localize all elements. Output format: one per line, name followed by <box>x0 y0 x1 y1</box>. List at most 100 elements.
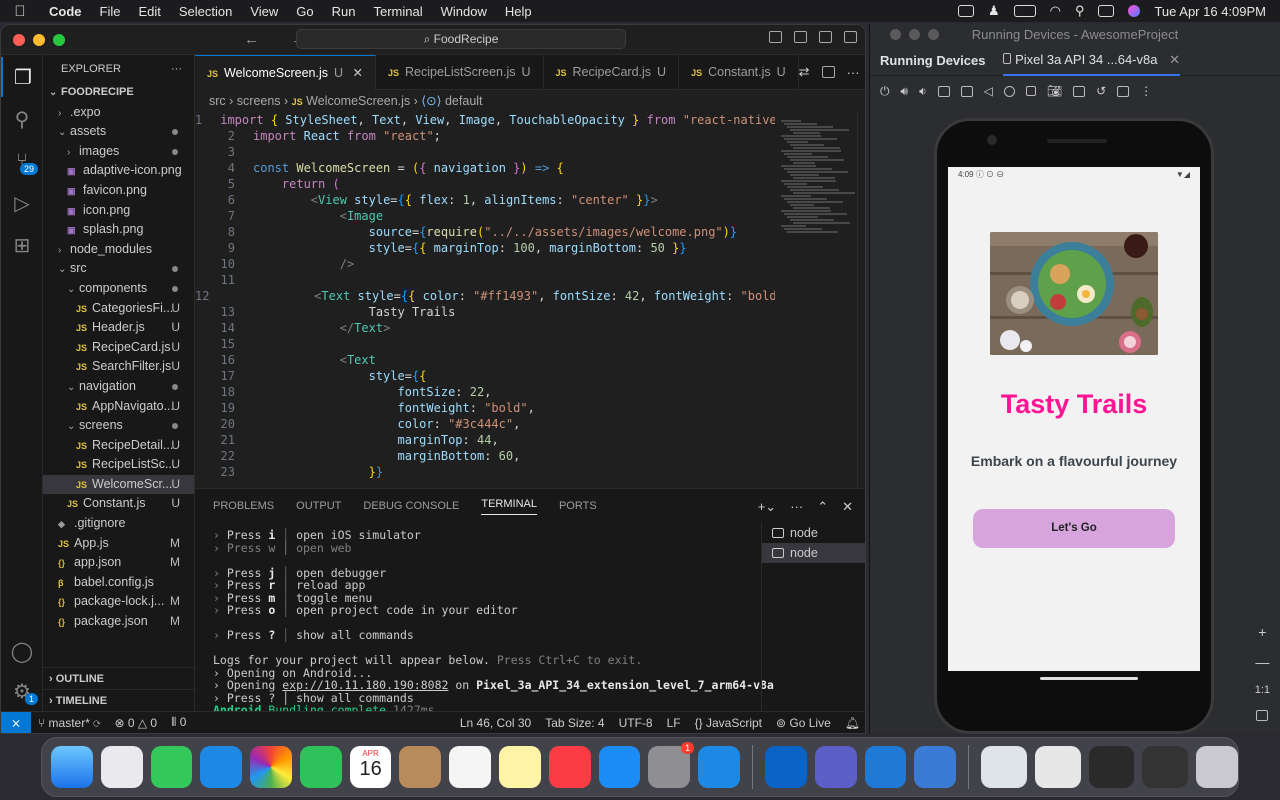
photos-icon[interactable] <box>250 746 292 788</box>
device-tab[interactable]: Pixel 3a API 34 ...64-v8a ✕ <box>1003 46 1180 76</box>
volume-up-icon[interactable]: 🔊︎ <box>901 84 909 99</box>
tree-item[interactable]: ⌄ screens <box>43 416 194 436</box>
rotate-left-icon[interactable] <box>937 85 950 97</box>
minimap[interactable] <box>775 112 855 488</box>
menu-file[interactable]: File <box>91 4 130 19</box>
close-panel-icon[interactable]: ✕ <box>842 499 853 515</box>
tree-item[interactable]: JS RecipeDetail... U <box>43 436 194 456</box>
zoom-in-icon[interactable]: + <box>1258 624 1266 640</box>
snapshot-icon[interactable] <box>1117 85 1130 97</box>
zoom-actual-size[interactable]: 1:1 <box>1255 684 1270 696</box>
tree-item[interactable]: JS RecipeCard.js U <box>43 338 194 358</box>
music-icon[interactable] <box>548 746 591 788</box>
tree-item[interactable]: {} package.json M <box>43 612 194 632</box>
zoom-out-icon[interactable]: — <box>1255 654 1269 670</box>
tree-item[interactable]: JS SearchFilter.js U <box>43 357 194 377</box>
apple-icon[interactable]:  <box>0 3 40 20</box>
tree-item[interactable]: › images <box>43 142 194 162</box>
settings-gear-icon[interactable]: ⚙ 1 <box>1 671 43 711</box>
tree-item[interactable]: ⌄ components <box>43 279 194 299</box>
cursor-position[interactable]: Ln 46, Col 30 <box>453 716 538 730</box>
rotate-right-icon[interactable] <box>960 85 973 97</box>
reminders-icon[interactable] <box>449 746 492 788</box>
launchpad-icon[interactable] <box>100 746 143 788</box>
volume-down-icon[interactable]: 🔉︎ <box>919 84 927 99</box>
tree-item[interactable]: JS WelcomeScr... U <box>43 474 194 495</box>
breadcrumb-symbol[interactable]: default <box>445 94 483 108</box>
close-tab-icon[interactable]: ✕ <box>1169 52 1180 67</box>
app-store-icon[interactable] <box>598 746 641 788</box>
menu-run[interactable]: Run <box>323 4 365 19</box>
tree-item[interactable]: JS App.js M <box>43 534 194 554</box>
ports-item[interactable]: ⦀ 0 <box>164 715 193 730</box>
trash-icon[interactable] <box>1196 746 1238 788</box>
toggle-sidebar-icon[interactable] <box>769 31 782 43</box>
tree-item[interactable]: JS RecipeListSc... U <box>43 455 194 475</box>
clock[interactable]: Tue Apr 16 4:09PM <box>1154 4 1266 19</box>
close-window-button[interactable] <box>13 33 25 46</box>
reset-icon[interactable]: ↺ <box>1096 84 1106 98</box>
menu-selection[interactable]: Selection <box>170 4 241 19</box>
wifi-icon[interactable]: ◠ <box>1050 3 1061 19</box>
finder-icon[interactable] <box>51 746 93 788</box>
panel-more-icon[interactable]: ··· <box>790 499 803 515</box>
outlook-icon[interactable] <box>764 746 807 788</box>
panel-tab-debug-console[interactable]: DEBUG CONSOLE <box>363 500 459 512</box>
recent-window-thumbnail[interactable] <box>1088 746 1135 788</box>
tab-size[interactable]: Tab Size: 4 <box>538 716 611 730</box>
explorer-icon[interactable]: ❐ <box>1 57 43 97</box>
menu-window[interactable]: Window <box>432 4 496 19</box>
contacts-icon[interactable] <box>399 746 442 788</box>
outline-section[interactable]: › OUTLINE <box>43 667 194 689</box>
split-editor-icon[interactable] <box>821 66 835 78</box>
breadcrumb-file[interactable]: WelcomeScreen.js <box>306 94 410 108</box>
tree-item[interactable]: {} package-lock.j... M <box>43 592 194 612</box>
toggle-panel-icon[interactable] <box>794 31 807 43</box>
lets-go-button[interactable]: Let's Go <box>973 509 1175 548</box>
tab-recipecard[interactable]: JS RecipeCard.js U <box>544 55 680 90</box>
siri-icon[interactable] <box>1128 5 1141 17</box>
branch-item[interactable]: ⑂ master* ⟳ <box>31 716 107 730</box>
editor-scrollbar[interactable] <box>857 112 865 488</box>
tree-item[interactable]: JS AppNavigato... U <box>43 397 194 417</box>
tree-item[interactable]: JS Header.js U <box>43 318 194 338</box>
command-center[interactable]: ⌕ FoodRecipe <box>296 29 626 49</box>
account-icon[interactable]: ◯ <box>1 631 43 671</box>
breadcrumb-src[interactable]: src <box>209 94 226 108</box>
tree-item[interactable]: JS CategoriesFi... U <box>43 299 194 319</box>
tree-item[interactable]: › node_modules <box>43 240 194 260</box>
editor-more-icon[interactable]: ··· <box>847 65 860 80</box>
panel-tab-ports[interactable]: PORTS <box>559 500 597 512</box>
messages-icon[interactable] <box>150 746 193 788</box>
eol[interactable]: LF <box>660 716 688 730</box>
device-more-icon[interactable]: ⋮ <box>1140 84 1152 98</box>
tab-welcomescreen[interactable]: JS WelcomeScreen.js U ✕ <box>195 55 376 90</box>
close-window-button[interactable] <box>890 29 901 40</box>
back-icon[interactable]: ◁ <box>984 84 993 98</box>
notifications-bell-icon[interactable]: 🔔︎ <box>838 716 865 730</box>
safari-icon[interactable] <box>698 746 740 788</box>
new-terminal-icon[interactable]: +⌄ <box>758 499 776 515</box>
breadcrumb-screens[interactable]: screens <box>237 94 281 108</box>
menu-edit[interactable]: Edit <box>129 4 169 19</box>
search-icon[interactable]: ⚲ <box>1 99 43 139</box>
app-screen[interactable]: 4:09 ⓘ ⊙ ⊖ ▼◢ Tasty Trails Embark on a f… <box>948 167 1200 671</box>
battery-icon[interactable] <box>1013 5 1036 17</box>
extensions-icon[interactable]: ⊞ <box>1 225 43 265</box>
system-settings-icon[interactable]: 1 <box>648 742 695 788</box>
menu-terminal[interactable]: Terminal <box>365 4 432 19</box>
more-actions-icon[interactable]: ··· <box>171 55 194 83</box>
tree-item[interactable]: ▣ favicon.png <box>43 181 194 201</box>
tree-item[interactable]: JS Constant.js U <box>43 494 194 514</box>
recent-window-thumbnail[interactable] <box>1034 746 1081 788</box>
timeline-section[interactable]: › TIMELINE <box>43 689 194 711</box>
customize-layout-icon[interactable] <box>844 31 857 43</box>
minimize-window-button[interactable] <box>909 29 920 40</box>
compare-changes-icon[interactable]: ⇄ <box>799 64 810 80</box>
tree-item[interactable]: ⌄ navigation <box>43 377 194 397</box>
minimize-window-button[interactable] <box>33 33 45 46</box>
spotlight-search-icon[interactable]: ⚲ <box>1075 3 1085 19</box>
tree-item[interactable]: ◆ .gitignore <box>43 514 194 534</box>
tree-item[interactable]: ▣ icon.png <box>43 201 194 221</box>
run-debug-icon[interactable]: ▷ <box>1 183 43 223</box>
